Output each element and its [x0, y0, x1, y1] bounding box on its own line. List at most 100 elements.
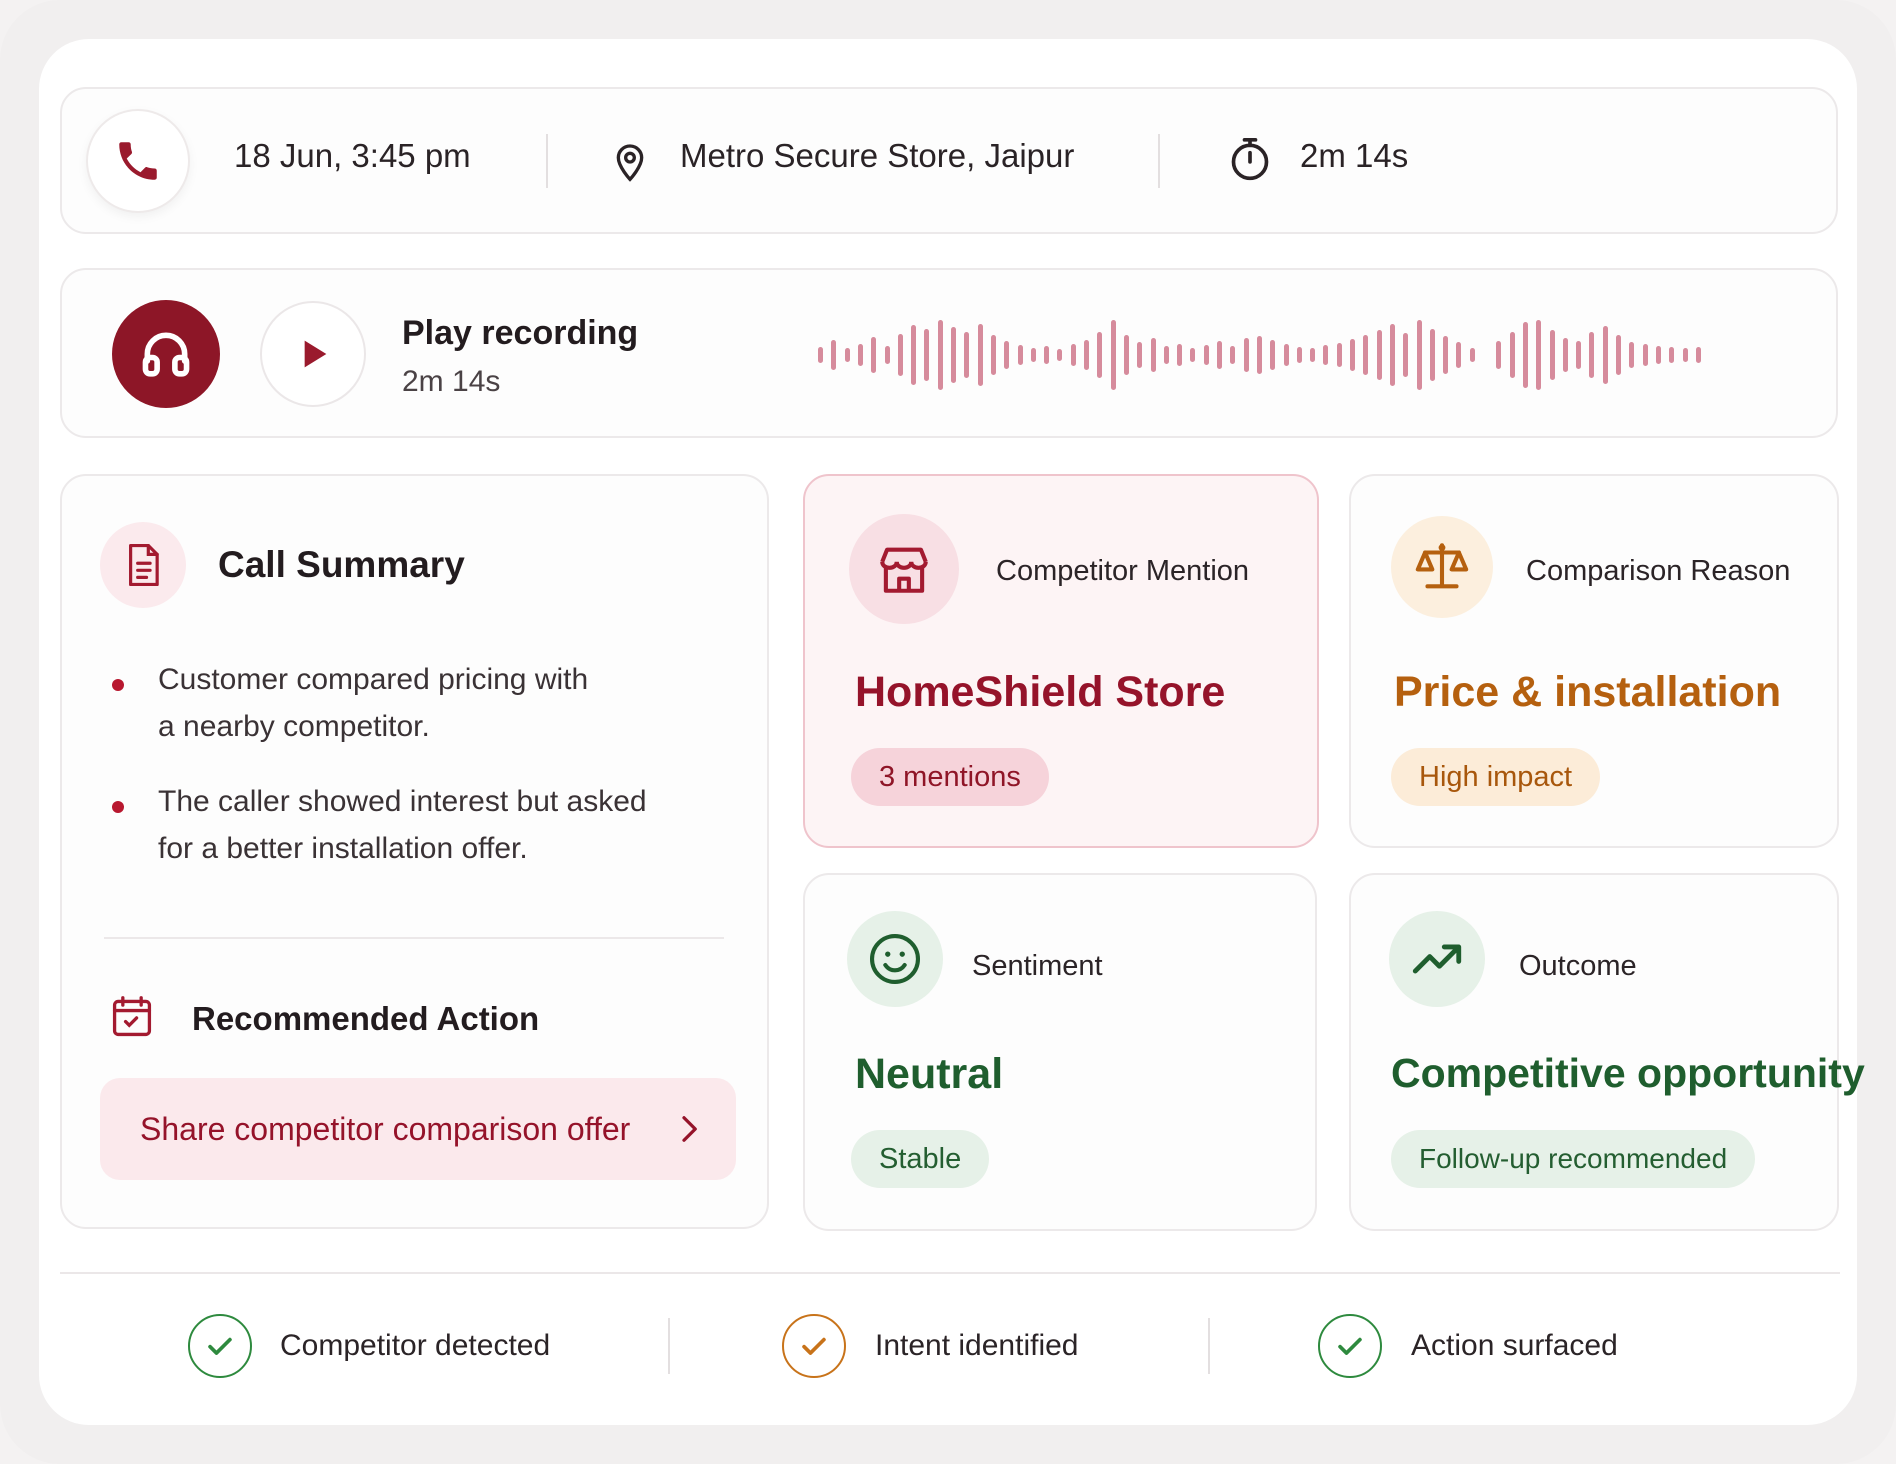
location-pin-icon: [610, 139, 650, 188]
chevron-right-icon: [674, 1112, 704, 1151]
recommended-action-title: Recommended Action: [192, 1000, 540, 1037]
waveform-bar: [1522, 322, 1528, 388]
summary-bullet: Customer compared pricing with a nearby …: [158, 663, 589, 743]
waveform-bar: [1137, 342, 1143, 368]
play-button[interactable]: [260, 301, 366, 407]
waveform-bar: [1177, 344, 1183, 366]
headphones-icon: [112, 300, 220, 408]
recording-duration: 2m 14s: [402, 365, 501, 398]
waveform-bar: [1163, 346, 1169, 364]
waveform-bar: [1695, 347, 1701, 363]
waveform-bar: [1323, 345, 1329, 365]
waveform-bar: [977, 324, 983, 386]
trending-up-icon: [1389, 911, 1485, 1007]
impact-badge: High impact: [1391, 748, 1601, 806]
waveform-bar: [1616, 335, 1621, 375]
competitor-mention-label: Competitor Mention: [996, 555, 1250, 587]
check-icon: [782, 1314, 846, 1378]
divider: [546, 134, 548, 188]
divider: [1208, 1318, 1210, 1374]
waveform-bar: [1283, 344, 1289, 366]
waveform-bar: [911, 325, 917, 385]
waveform-bar: [1190, 348, 1196, 362]
sentiment-value: Neutral: [855, 1050, 1004, 1098]
competitor-name: HomeShield Store: [855, 668, 1226, 716]
waveform-bar: [1217, 341, 1222, 369]
comparison-reason-card[interactable]: Comparison Reason Price & installation H…: [1349, 474, 1839, 848]
divider: [1158, 134, 1160, 188]
waveform-bar: [1123, 335, 1129, 375]
waveform-bar: [1110, 320, 1116, 390]
outcome-label: Outcome: [1519, 950, 1637, 982]
waveform-bar: [1602, 326, 1608, 384]
audio-waveform[interactable]: [762, 270, 1822, 440]
status-intent-identified: Intent identified: [875, 1329, 1079, 1362]
waveform-bar: [818, 347, 823, 363]
waveform-bar: [1496, 341, 1502, 369]
bullet-dot: [112, 679, 124, 691]
waveform-bar: [937, 320, 943, 390]
waveform-bar: [1150, 338, 1156, 372]
waveform-bar: [857, 344, 863, 366]
waveform-bar: [1389, 324, 1395, 386]
outcome-badge: Follow-up recommended: [1391, 1130, 1756, 1188]
summary-bullet: The caller showed interest but asked for…: [158, 785, 647, 865]
waveform-bar: [871, 337, 877, 373]
waveform-bar: [1097, 332, 1103, 378]
waveform-bar: [1416, 320, 1422, 390]
recording-player: Play recording 2m 14s: [60, 268, 1838, 438]
recommended-action-button[interactable]: Share competitor comparison offer: [100, 1078, 736, 1180]
call-info-bar: 18 Jun, 3:45 pm Metro Secure Store, Jaip…: [60, 87, 1838, 234]
recommended-action-label: Share competitor comparison offer: [140, 1110, 631, 1147]
bullet-dot: [112, 801, 124, 813]
comparison-reason-label: Comparison Reason: [1526, 555, 1791, 587]
waveform-bar: [1443, 336, 1449, 374]
waveform-bar: [1456, 342, 1462, 368]
waveform-bar: [1296, 347, 1302, 363]
divider: [668, 1318, 670, 1374]
waveform-bar: [1509, 332, 1515, 378]
outcome-card[interactable]: Outcome Competitive opportunity Follow-u…: [1349, 873, 1865, 1231]
scales-icon: [1391, 516, 1493, 618]
status-competitor-detected: Competitor detected: [280, 1329, 551, 1362]
play-recording-label: Play recording: [402, 314, 639, 352]
waveform-bar: [1070, 344, 1076, 366]
smiley-icon: [847, 911, 943, 1007]
waveform-bar: [844, 348, 850, 362]
competitor-mention-card[interactable]: Competitor Mention HomeShield Store 3 me…: [803, 474, 1319, 848]
waveform-bar: [1403, 333, 1409, 377]
calendar-icon: [110, 994, 154, 1045]
waveform-bar: [1336, 343, 1342, 367]
divider: [60, 1272, 1840, 1274]
waveform-bar: [1230, 346, 1236, 364]
call-summary-title: Call Summary: [218, 544, 465, 585]
stopwatch-icon: [1228, 136, 1272, 189]
waveform-bar: [1310, 348, 1316, 362]
store-icon: [849, 514, 959, 624]
waveform-bar: [924, 329, 930, 381]
waveform-bar: [1655, 346, 1661, 364]
sentiment-badge: Stable: [851, 1130, 990, 1188]
divider: [104, 937, 724, 939]
waveform-bar: [1669, 347, 1675, 363]
status-action-surfaced: Action surfaced: [1411, 1329, 1618, 1362]
phone-icon[interactable]: [86, 109, 190, 213]
waveform-bar: [1589, 332, 1595, 378]
waveform-bar: [1549, 330, 1555, 380]
play-icon: [304, 340, 327, 368]
waveform-bar: [1017, 345, 1023, 365]
waveform-bar: [1243, 338, 1249, 372]
waveform-bar: [1469, 348, 1475, 362]
comparison-reason-value: Price & installation: [1394, 668, 1782, 716]
waveform-bar: [1044, 346, 1050, 364]
waveform-bar: [1536, 320, 1542, 390]
document-icon: [100, 522, 186, 608]
waveform-bar: [1270, 340, 1276, 370]
call-location: Metro Secure Store, Jaipur: [680, 137, 1075, 174]
waveform-bar: [1030, 348, 1036, 362]
sentiment-label: Sentiment: [972, 950, 1103, 982]
sentiment-card[interactable]: Sentiment Neutral Stable: [803, 873, 1317, 1231]
waveform-bar: [1203, 345, 1209, 365]
waveform-bar: [1004, 341, 1010, 369]
waveform-bar: [1429, 329, 1435, 381]
